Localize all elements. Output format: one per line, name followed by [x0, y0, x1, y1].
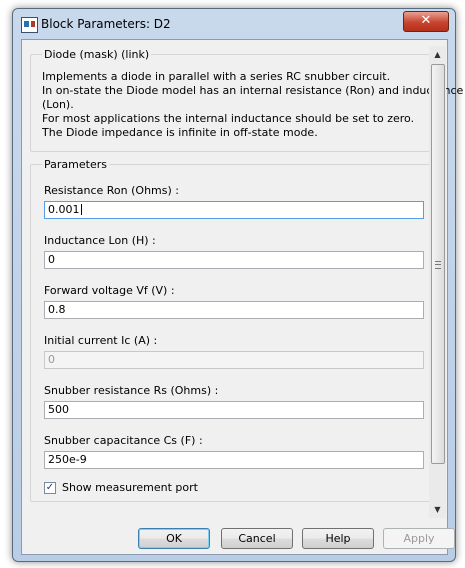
apply-button: Apply [383, 528, 455, 549]
close-button[interactable]: ✕ [403, 11, 449, 32]
resistance-ron-value: 0.001 [48, 203, 80, 216]
snubber-capacitance-input[interactable]: 250e-9 [44, 451, 424, 469]
resistance-ron-input[interactable]: 0.001 [44, 201, 424, 219]
description-group-title: Diode (mask) (link) [42, 48, 152, 61]
description-line: Implements a diode in parallel with a se… [42, 70, 391, 83]
forward-voltage-input[interactable]: 0.8 [44, 301, 424, 319]
vertical-scrollbar[interactable]: ▲ ▼ [429, 46, 446, 518]
resistance-ron-label: Resistance Ron (Ohms) : [44, 184, 179, 197]
window-title: Block Parameters: D2 [41, 17, 171, 31]
description-line: (Lon). [42, 98, 74, 111]
description-line: For most applications the internal induc… [42, 112, 415, 125]
forward-voltage-label: Forward voltage Vf (V) : [44, 284, 175, 297]
ok-button[interactable]: OK [138, 528, 210, 549]
snubber-resistance-input[interactable]: 500 [44, 401, 424, 419]
scroll-up-arrow-icon[interactable]: ▲ [429, 46, 446, 63]
simulink-block-icon [21, 17, 38, 33]
scrollbar-thumb[interactable] [431, 64, 445, 464]
text-caret [80, 204, 82, 215]
scroll-down-arrow-icon[interactable]: ▼ [429, 501, 446, 518]
dialog-client-area: Diode (mask) (link) Implements a diode i… [21, 39, 464, 555]
block-description: Implements a diode in parallel with a se… [42, 70, 464, 140]
initial-current-label: Initial current Ic (A) : [44, 334, 158, 347]
dialog-window: Block Parameters: D2 ✕ Diode (mask) (lin… [12, 8, 464, 562]
description-line: In on-state the Diode model has an inter… [42, 84, 464, 97]
snubber-resistance-label: Snubber resistance Rs (Ohms) : [44, 384, 219, 397]
initial-current-input: 0 [44, 351, 424, 369]
cancel-button[interactable]: Cancel [221, 528, 293, 549]
inductance-lon-input[interactable]: 0 [44, 251, 424, 269]
show-measurement-port-label[interactable]: Show measurement port [62, 481, 198, 494]
parameters-group-title: Parameters [42, 158, 109, 171]
help-button[interactable]: Help [302, 528, 374, 549]
show-measurement-port-checkbox[interactable]: ✓ [44, 482, 56, 494]
inductance-lon-label: Inductance Lon (H) : [44, 234, 156, 247]
title-bar[interactable]: Block Parameters: D2 ✕ [13, 9, 455, 39]
snubber-capacitance-label: Snubber capacitance Cs (F) : [44, 434, 203, 447]
description-line: The Diode impedance is infinite in off-s… [42, 126, 318, 139]
grip-icon [435, 261, 441, 269]
